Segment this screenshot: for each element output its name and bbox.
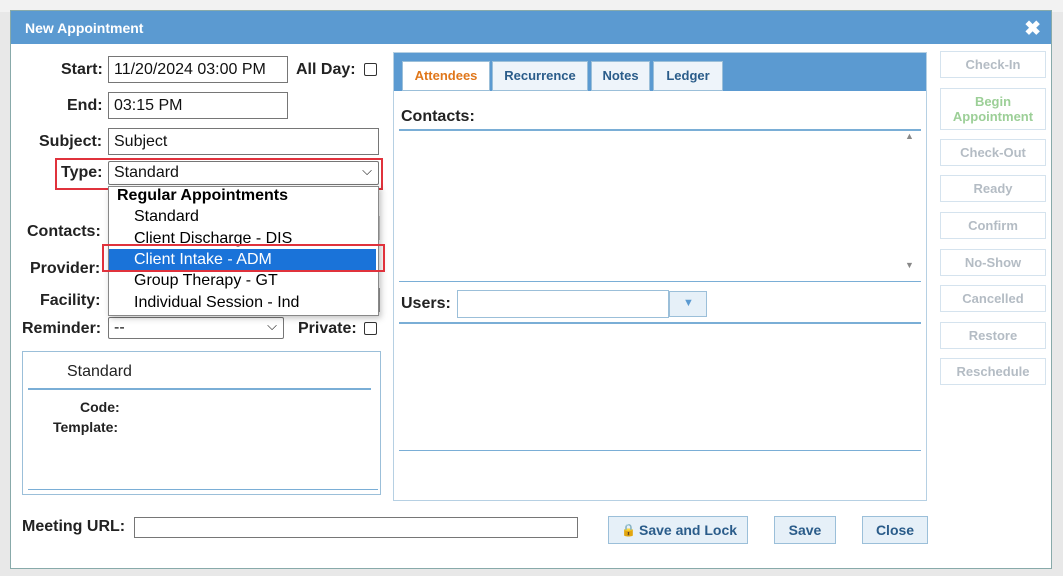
- dropdown-group-header: Regular Appointments: [117, 187, 288, 204]
- tab-ledger[interactable]: Ledger: [653, 61, 723, 91]
- no-show-button[interactable]: No-Show: [940, 249, 1046, 276]
- users-divider: [399, 322, 921, 324]
- contacts-divider: [399, 129, 921, 131]
- users-dropdown-button[interactable]: ▼: [669, 291, 707, 317]
- chevron-down-icon: ⌵: [362, 163, 372, 178]
- type-select[interactable]: Standard ⌵: [108, 161, 379, 185]
- save-and-lock-label: Save and Lock: [639, 522, 738, 538]
- dialog-titlebar: New Appointment ✖: [11, 11, 1051, 44]
- dropdown-option[interactable]: Group Therapy - GT: [109, 270, 376, 291]
- users-bottom-line: [399, 450, 921, 451]
- reminder-select[interactable]: -- ⌵: [108, 317, 284, 339]
- end-time-input[interactable]: 03:15 PM: [108, 92, 288, 119]
- type-label: Type:: [61, 164, 103, 181]
- contacts-list[interactable]: [399, 132, 921, 281]
- new-appointment-dialog: New Appointment ✖ Start: 11/20/2024 03:0…: [10, 10, 1052, 569]
- dropdown-option[interactable]: Individual Session - Ind: [109, 292, 376, 313]
- scroll-up-icon[interactable]: ▲: [905, 131, 914, 141]
- check-out-button[interactable]: Check-Out: [940, 139, 1046, 166]
- save-and-lock-button[interactable]: 🔒 Save and Lock: [608, 516, 748, 544]
- tab-notes[interactable]: Notes: [591, 61, 650, 91]
- end-label: End:: [67, 97, 103, 114]
- provider-label: Provider:: [30, 260, 101, 277]
- cancelled-button[interactable]: Cancelled: [940, 285, 1046, 312]
- start-datetime-input[interactable]: 11/20/2024 03:00 PM: [108, 56, 288, 83]
- start-label: Start:: [61, 61, 103, 78]
- attendee-contacts-label: Contacts:: [401, 108, 475, 125]
- allday-label: All Day:: [296, 61, 356, 78]
- attendees-panel: Attendees Recurrence Notes Ledger Contac…: [393, 52, 927, 501]
- info-title: Standard: [67, 363, 132, 380]
- allday-checkbox[interactable]: [364, 63, 377, 76]
- reminder-label: Reminder:: [22, 320, 102, 337]
- save-button[interactable]: Save: [774, 516, 836, 544]
- contacts-label: Contacts:: [27, 223, 101, 240]
- confirm-button[interactable]: Confirm: [940, 212, 1046, 239]
- users-input[interactable]: [457, 290, 669, 318]
- subject-label: Subject:: [39, 133, 103, 150]
- restore-button[interactable]: Restore: [940, 322, 1046, 349]
- private-label: Private:: [298, 320, 357, 337]
- begin-appointment-button[interactable]: Begin Appointment: [940, 88, 1046, 130]
- chevron-down-icon: ▼: [683, 297, 694, 309]
- subject-input[interactable]: Subject: [108, 128, 379, 155]
- template-label: Template:: [53, 419, 119, 435]
- reschedule-button[interactable]: Reschedule: [940, 358, 1046, 385]
- facility-label: Facility:: [40, 292, 101, 309]
- contacts-bottom-line: [399, 281, 921, 282]
- scroll-down-icon[interactable]: ▼: [905, 260, 914, 270]
- private-checkbox[interactable]: [364, 322, 377, 335]
- tab-recurrence[interactable]: Recurrence: [492, 61, 588, 91]
- check-in-button[interactable]: Check-In: [940, 51, 1046, 78]
- ready-button[interactable]: Ready: [940, 175, 1046, 202]
- info-divider: [28, 388, 371, 390]
- info-bottom-line: [28, 489, 378, 490]
- tab-bar: Attendees Recurrence Notes Ledger: [394, 53, 926, 91]
- close-icon[interactable]: ✖: [1024, 16, 1041, 41]
- tab-attendees[interactable]: Attendees: [402, 61, 490, 91]
- lock-icon: 🔒: [621, 523, 636, 537]
- meeting-url-input[interactable]: [134, 517, 578, 538]
- close-button[interactable]: Close: [862, 516, 928, 544]
- dropdown-option[interactable]: Standard: [109, 206, 376, 227]
- meeting-url-label: Meeting URL:: [22, 518, 126, 535]
- type-select-value: Standard: [114, 164, 179, 181]
- users-label: Users:: [401, 295, 451, 312]
- reminder-select-value: --: [114, 319, 125, 336]
- dialog-title: New Appointment: [25, 20, 144, 36]
- option-callout-box: [102, 244, 385, 272]
- chevron-down-icon: ⌵: [267, 318, 277, 333]
- appointment-type-info: Standard Code: Template:: [22, 351, 381, 495]
- code-label: Code:: [80, 399, 120, 415]
